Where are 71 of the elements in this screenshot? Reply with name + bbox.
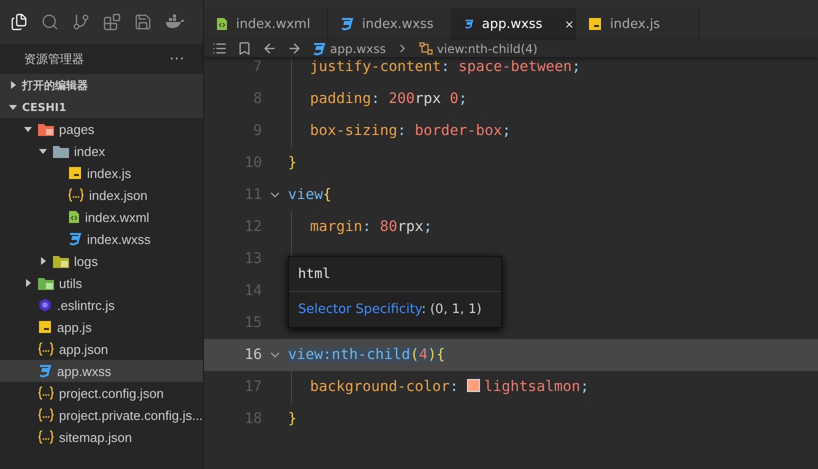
bookmark-icon[interactable] [237,41,252,56]
file-item[interactable]: app.json [0,338,203,360]
file-item[interactable]: app.wxss [0,360,203,382]
branch-icon [72,13,90,31]
js-file-icon [588,17,602,31]
json-file-icon [38,408,54,422]
more-button[interactable]: ··· [170,52,185,66]
outline-icon[interactable] [212,41,227,56]
file-item[interactable]: project.private.config.js... [0,404,203,426]
collapsed-caret-icon [24,279,32,287]
folder-icon [53,254,69,268]
file-item[interactable]: sitemap.json [0,426,203,448]
breadcrumb-file[interactable]: app.wxss [312,42,386,56]
folder-icon [38,276,54,290]
css-file-icon [464,17,474,31]
code-file-icon [216,17,228,31]
json-file-icon [38,386,54,400]
file-item[interactable]: index.js [0,162,203,184]
code-line: background-color: lightsalmon; [310,379,589,395]
whale-icon [165,14,185,30]
code-file-icon [68,210,80,224]
file-item[interactable]: index.wxml [0,206,203,228]
code-line: box-sizing: border-box; [310,123,511,139]
section-header[interactable]: CESHI1 [0,96,203,118]
symbol-icon [418,42,433,55]
search-icon [41,13,59,31]
json-file-icon [38,430,54,444]
file-item[interactable]: .eslintrc.js [0,294,203,316]
file-item[interactable]: index.wxss [0,228,203,250]
back-icon[interactable] [262,41,277,56]
folder-item[interactable]: index [0,140,203,162]
css-file-icon [312,42,326,56]
folder-icon [38,122,54,136]
folder-item[interactable]: logs [0,250,203,272]
forward-icon[interactable] [287,41,302,56]
files-icon [10,13,28,31]
editor-tab[interactable]: app.wxss [452,8,576,40]
file-item[interactable]: project.config.json [0,382,203,404]
expanded-caret-icon [9,103,17,111]
file-item[interactable]: index.json [0,184,203,206]
tooltip-link[interactable]: Selector Specificity [298,302,422,317]
expanded-caret-icon [24,125,32,133]
extensions-icon [103,13,121,31]
sidebar-title: 资源管理器 [24,50,84,68]
code-line: view{ [288,187,332,203]
code-line: margin: 80 rpx; [310,219,432,235]
line-number: 16 [244,347,262,363]
tooltip-title: html [289,257,501,292]
folder-item[interactable]: utils [0,272,203,294]
collapsed-caret-icon [9,81,17,89]
section-header[interactable]: 打开的编辑器 [0,74,203,96]
js-file-icon [38,320,52,334]
collapsed-caret-icon [39,257,47,265]
hexagon-icon [38,298,52,312]
css-file-icon [68,232,82,246]
folder-icon [53,144,69,158]
code-line: justify-content: space-between; [310,59,581,75]
code-line: } [288,411,297,427]
save-icon [134,13,152,31]
code-line: padding: 200 rpx 0; [310,91,468,107]
breadcrumb-symbol[interactable]: view:nth-child(4) [418,42,538,56]
css-file-icon [38,364,52,378]
json-file-icon [68,188,84,202]
folder-item[interactable]: pages [0,118,203,140]
expanded-caret-icon [39,147,47,155]
file-item[interactable]: app.js [0,316,203,338]
js-file-icon [68,166,82,180]
json-file-icon [38,342,54,356]
css-file-icon [340,17,354,31]
code-line: } [288,155,297,171]
tooltip-value: : (0, 1, 1) [422,302,482,317]
